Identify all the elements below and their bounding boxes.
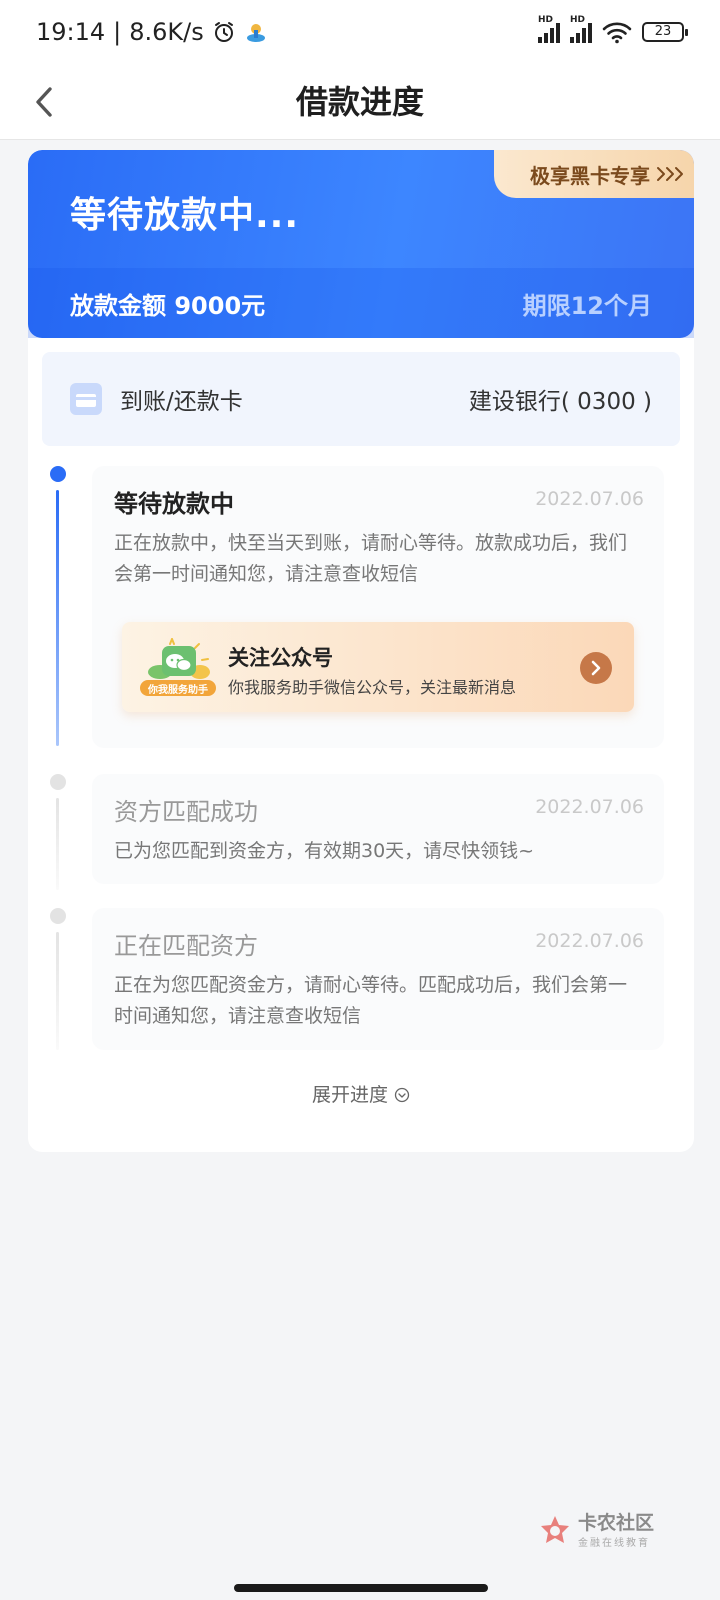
status-net-speed: 8.6K/s	[129, 18, 204, 46]
battery-icon: 23	[642, 22, 688, 42]
follow-card-arrow-button[interactable]	[580, 652, 612, 684]
timeline-line-active	[56, 490, 59, 746]
step-date: 2022.07.06	[535, 930, 644, 952]
nav-bar: 借款进度	[0, 64, 720, 140]
watermark-name: 卡农社区	[578, 1512, 655, 1534]
watermark-tagline: 金融在线教育	[578, 1538, 650, 1549]
app-notification-icon	[246, 24, 265, 42]
status-left: 19:14 | 8.6K/s	[36, 18, 268, 46]
bank-card-icon	[70, 383, 102, 415]
black-card-badge[interactable]: 极享黑卡专享	[494, 150, 694, 198]
timeline-step: 正在匹配资方 2022.07.06 正在为您匹配资金方，请耐心等待。匹配成功后，…	[92, 908, 664, 1050]
step-date: 2022.07.06	[535, 796, 644, 818]
timeline-dot-active	[50, 466, 66, 482]
timeline-dot-2	[50, 774, 66, 790]
payout-card-value: 建设银行( 0300 )	[468, 389, 652, 415]
follow-card-subtitle: 你我服务助手微信公众号，关注最新消息	[228, 678, 517, 697]
status-banner: 等待放款中... 放款金额 9000元 期限12个月 极享黑卡专享	[28, 150, 694, 338]
triple-chevron-right-icon	[657, 167, 683, 181]
watermark: 卡农社区 金融在线教育	[538, 1512, 654, 1549]
step-description: 已为您匹配到资金方，有效期30天，请尽快领钱~	[114, 840, 535, 862]
black-card-badge-label: 极享黑卡专享	[530, 163, 650, 188]
page-title: 借款进度	[295, 83, 424, 121]
hd-label: HD	[538, 15, 554, 25]
kanong-logo-icon	[541, 1515, 569, 1543]
loan-term: 期限12个月	[522, 292, 652, 320]
status-time: 19:14	[36, 18, 106, 46]
home-indicator[interactable]	[234, 1584, 488, 1592]
follow-card-title: 关注公众号	[228, 646, 333, 670]
status-right: HD HD 23	[538, 15, 688, 44]
signal-2-icon: HD	[570, 15, 592, 43]
wifi-icon	[602, 22, 632, 44]
signal-1-icon: HD	[538, 15, 560, 43]
status-bar: 19:14 | 8.6K/s HD HD 23	[0, 0, 720, 64]
status-divider: |	[113, 18, 122, 46]
step-title: 资方匹配成功	[114, 798, 258, 826]
loan-status-title: 等待放款中...	[70, 195, 300, 236]
watermark-text: 卡农社区 金融在线教育	[578, 1512, 654, 1549]
loan-amount: 放款金额 9000元	[70, 292, 266, 320]
chevron-left-icon	[36, 87, 52, 117]
timeline-line-3	[56, 932, 59, 1050]
step-title: 正在匹配资方	[114, 932, 258, 960]
timeline-line-2	[56, 798, 59, 890]
follow-card-art-label: 你我服务助手	[148, 685, 208, 696]
timeline-step: 资方匹配成功 2022.07.06 已为您匹配到资金方，有效期30天，请尽快领钱…	[92, 774, 664, 884]
loan-progress-card: 等待放款中... 放款金额 9000元 期限12个月 极享黑卡专享 到账/还款卡…	[28, 150, 694, 1152]
timeline-dot-3	[50, 908, 66, 924]
expand-progress-label: 展开进度	[311, 1084, 388, 1106]
step-date: 2022.07.06	[535, 488, 644, 510]
chevron-down-circle-icon	[394, 1087, 410, 1103]
chevron-right-icon	[591, 660, 601, 676]
payout-card-row[interactable]: 到账/还款卡 建设银行( 0300 )	[42, 352, 680, 446]
back-button[interactable]	[24, 78, 64, 126]
step-title: 等待放款中	[114, 490, 234, 518]
expand-progress-button[interactable]: 展开进度	[28, 1080, 694, 1107]
follow-official-account-card[interactable]: 你我服务助手 关注公众号 你我服务助手微信公众号，关注最新消息	[122, 622, 634, 712]
alarm-icon	[214, 22, 233, 42]
timeline-step: 等待放款中 2022.07.06 正在放款中，快至当天到账，请耐心等待。放款成功…	[92, 466, 664, 748]
step-description: 正在放款中，快至当天到账，请耐心等待。放款成功后，我们会第一时间通知您，请注意查…	[114, 532, 628, 585]
payout-card-label: 到账/还款卡	[120, 389, 243, 415]
step-description: 正在为您匹配资金方，请耐心等待。匹配成功后，我们会第一时间通知您，请注意查收短信	[114, 974, 628, 1027]
hd-label-2: HD	[570, 15, 586, 25]
